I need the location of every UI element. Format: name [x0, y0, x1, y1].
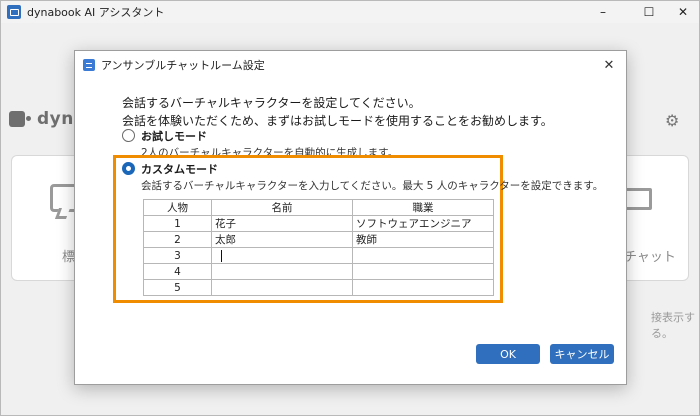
table-row: 2 太郎 教師 [143, 231, 494, 248]
ok-button[interactable]: OK [476, 344, 540, 364]
job-cell[interactable]: 教師 [352, 231, 494, 248]
custom-mode-radio[interactable] [122, 162, 135, 175]
table-header-row: 人物 名前 職業 [143, 199, 494, 216]
job-cell[interactable] [352, 263, 494, 280]
dialog-title: アンサンブルチャットルーム設定 [101, 59, 265, 72]
text-caret [221, 249, 222, 262]
table-row: 4 [143, 263, 494, 280]
logo-mark-icon [9, 111, 31, 127]
gear-icon[interactable]: ⚙ [665, 111, 679, 130]
intro-line-1: 会話するバーチャルキャラクターを設定してください。 [122, 96, 421, 110]
close-window-button[interactable]: ✕ [665, 1, 700, 23]
trial-mode-label[interactable]: お試しモード [141, 128, 207, 144]
custom-mode-label[interactable]: カスタムモード [141, 161, 218, 177]
dialog-titlebar: アンサンブルチャットルーム設定 ✕ [75, 51, 626, 79]
header-job: 職業 [352, 199, 494, 216]
table-row: 1 花子 ソフトウェアエンジニア [143, 215, 494, 232]
name-cell[interactable]: 太郎 [211, 231, 353, 248]
minimize-button[interactable]: – [585, 1, 621, 23]
header-name: 名前 [211, 199, 353, 216]
background-note: 接表示する。 [651, 311, 695, 340]
app-title: dynabook AI アシスタント [27, 6, 165, 19]
trial-mode-radio[interactable] [122, 129, 135, 142]
app-icon [7, 5, 21, 19]
name-cell[interactable]: 花子 [211, 215, 353, 232]
job-cell[interactable]: ソフトウェアエンジニア [352, 215, 494, 232]
maximize-button[interactable]: ☐ [631, 1, 667, 23]
row-number: 3 [143, 247, 212, 264]
job-cell[interactable] [352, 247, 494, 264]
row-number: 1 [143, 215, 212, 232]
custom-mode-description: 会話するバーチャルキャラクターを入力してください。最大 5 人のキャラクターを設… [141, 180, 604, 192]
job-cell[interactable] [352, 279, 494, 296]
app-titlebar: dynabook AI アシスタント – ☐ ✕ [1, 1, 699, 23]
chat-room-icon [83, 59, 95, 71]
card-right-label: チャット [624, 250, 676, 265]
dialog-intro: 会話するバーチャルキャラクターを設定してください。 会話を体験いただくため、まず… [122, 94, 553, 130]
table-row: 5 [143, 279, 494, 296]
dialog-close-button[interactable]: ✕ [600, 56, 618, 74]
ensemble-settings-dialog: アンサンブルチャットルーム設定 ✕ 会話するバーチャルキャラクターを設定してくだ… [74, 50, 627, 385]
row-number: 4 [143, 263, 212, 280]
row-number: 5 [143, 279, 212, 296]
name-cell-active[interactable] [211, 247, 353, 264]
name-cell[interactable] [211, 263, 353, 280]
table-row: 3 [143, 247, 494, 264]
row-number: 2 [143, 231, 212, 248]
header-person: 人物 [143, 199, 212, 216]
cancel-button[interactable]: キャンセル [550, 344, 614, 364]
name-cell[interactable] [211, 279, 353, 296]
character-table: 人物 名前 職業 1 花子 ソフトウェアエンジニア 2 太郎 教師 3 4 5 [143, 199, 494, 296]
